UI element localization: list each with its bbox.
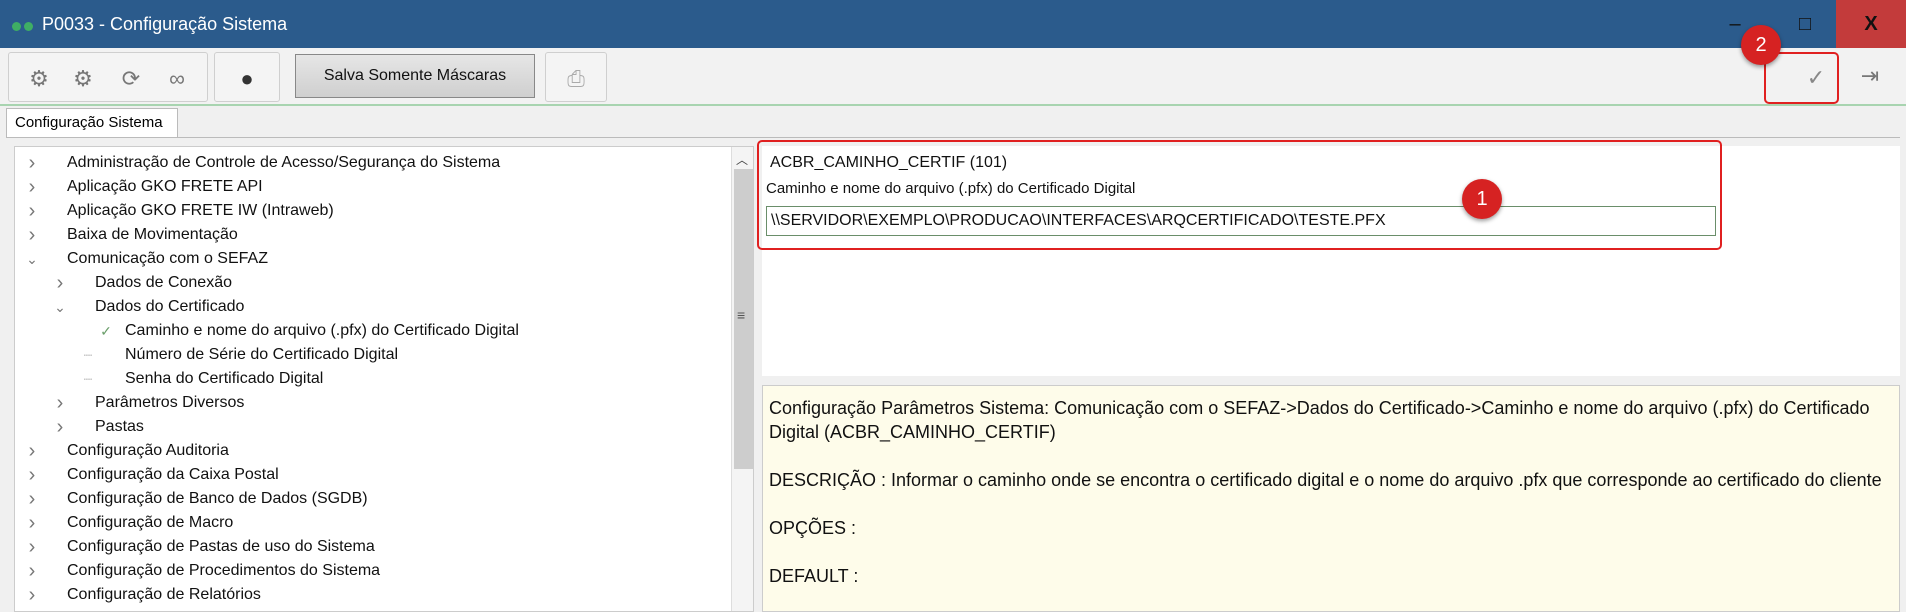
exit-icon[interactable]: ⇥ (1854, 60, 1886, 92)
chevron-right-icon[interactable]: › (25, 487, 39, 511)
tree-item[interactable]: › Configuração da Caixa Postal (15, 463, 725, 487)
toolbar: ⚙ ⚙ ⟳ ∞ ● ⎙ ✓ ⇥ (0, 48, 1906, 106)
tree-item-label: Dados do Certificado (95, 298, 245, 315)
chevron-right-icon[interactable]: › (25, 151, 39, 175)
help-line-3: OPÇÕES : (769, 518, 857, 538)
toggle-icon[interactable]: ● (231, 63, 263, 95)
tree-item-label: Dados de Conexão (95, 274, 232, 291)
tree-item[interactable]: › Configuração de SMS (15, 607, 725, 611)
tree-item[interactable]: ┈ Senha do Certificado Digital (15, 367, 725, 391)
tree-item-label: Configuração de Procedimentos do Sistema (67, 562, 381, 579)
chevron-right-icon[interactable]: › (25, 511, 39, 535)
chevron-down-icon[interactable]: ⌄ (53, 295, 67, 319)
tree-item-label: Comunicação com o SEFAZ (67, 250, 268, 267)
tree-item[interactable]: ⌄ Dados do Certificado (15, 295, 725, 319)
chevron-down-icon[interactable]: ⌄ (25, 247, 39, 271)
chevron-right-icon[interactable]: › (53, 271, 67, 295)
tree-item-label: Administração de Controle de Acesso/Segu… (67, 154, 501, 171)
tree-item[interactable]: › Configuração de Relatórios (15, 583, 725, 607)
tree-item-label: Caminho e nome do arquivo (.pfx) do Cert… (125, 322, 519, 339)
tree-item[interactable]: ⌄ Comunicação com o SEFAZ (15, 247, 725, 271)
tab-strip: Configuração Sistema (0, 106, 1906, 138)
chevron-right-icon[interactable]: › (25, 535, 39, 559)
tree-line-icon: ┈ (83, 347, 93, 363)
toolbar-group-print: ⎙ (545, 52, 607, 102)
tree-item-label: Pastas (95, 418, 144, 435)
chevron-right-icon[interactable]: › (25, 559, 39, 583)
toolbar-group-actions: ⚙ ⚙ ⟳ ∞ (8, 52, 208, 102)
gear-back-icon[interactable]: ⚙ (23, 63, 55, 95)
salva-somente-mascaras-button[interactable]: Salva Somente Máscaras (295, 54, 535, 98)
tree-item[interactable]: ✓ Caminho e nome do arquivo (.pfx) do Cer… (15, 319, 725, 343)
tree-scrollbar[interactable]: ︿ ≡ (731, 147, 753, 611)
chevron-right-icon[interactable]: › (25, 223, 39, 247)
config-tree: › Administração de Controle de Acesso/Seg… (14, 146, 754, 612)
chevron-right-icon[interactable]: › (25, 439, 39, 463)
tree-item-label: Configuração de Banco de Dados (SGDB) (67, 490, 368, 507)
tree-item-label: Configuração de Pastas de uso do Sistema (67, 538, 375, 555)
tree-item-label: Número de Série do Certificado Digital (125, 346, 399, 363)
tree-item-label: Parâmetros Diversos (95, 394, 245, 411)
highlight-box-confirm (1764, 52, 1839, 104)
tree-item[interactable]: › Configuração de Macro (15, 511, 725, 535)
grip-icon: ≡ (737, 307, 746, 323)
tree-item-label: Configuração Auditoria (67, 442, 229, 459)
scroll-up-icon[interactable]: ︿ (736, 151, 748, 168)
tree-item[interactable]: › Administração de Controle de Acesso/Seg… (15, 151, 725, 175)
tree-item-label: Aplicação GKO FRETE IW (Intraweb) (67, 202, 334, 219)
tree-item[interactable]: › Configuração Auditoria (15, 439, 725, 463)
refresh-icon[interactable]: ⟳ (115, 63, 147, 95)
highlight-box-field (757, 140, 1722, 250)
chevron-right-icon[interactable]: › (25, 607, 39, 611)
tab-configuracao-sistema[interactable]: Configuração Sistema (6, 108, 178, 138)
gear-forward-icon[interactable]: ⚙ (67, 63, 99, 95)
tree-item-label: Configuração de Relatórios (67, 586, 261, 603)
tree-item-label: Configuração de SMS (67, 607, 224, 611)
window-title: P0033 - Configuração Sistema (42, 14, 288, 34)
binoculars-icon[interactable]: ∞ (161, 63, 193, 95)
help-line-2: DESCRIÇÃO : Informar o caminho onde se e… (769, 470, 1882, 490)
tree-line-icon: ┈ (83, 371, 93, 387)
help-line-1: Configuração Parâmetros Sistema: Comunic… (769, 398, 1870, 442)
toolbar-group-toggle: ● (214, 52, 280, 102)
chevron-right-icon[interactable]: › (25, 175, 39, 199)
tree-item[interactable]: › Parâmetros Diversos (15, 391, 725, 415)
help-line-4: DEFAULT : (769, 566, 859, 586)
tree-item[interactable]: › Dados de Conexão (15, 271, 725, 295)
annotation-badge-2: 2 (1741, 25, 1781, 65)
chevron-right-icon[interactable]: › (25, 583, 39, 607)
check-icon: ✓ (100, 323, 112, 339)
tree-item[interactable]: › Configuração de Pastas de uso do Sistem… (15, 535, 725, 559)
tree-item[interactable]: › Pastas (15, 415, 725, 439)
app-icon (12, 18, 36, 36)
chevron-right-icon[interactable]: › (25, 463, 39, 487)
chevron-right-icon[interactable]: › (53, 415, 67, 439)
tree-item[interactable]: › Aplicação GKO FRETE IW (Intraweb) (15, 199, 725, 223)
help-panel: Configuração Parâmetros Sistema: Comunic… (762, 385, 1900, 612)
tree-item[interactable]: › Aplicação GKO FRETE API (15, 175, 725, 199)
tree-item[interactable]: › Baixa de Movimentação (15, 223, 725, 247)
chevron-right-icon[interactable]: › (25, 199, 39, 223)
tree-item[interactable]: › Configuração de Procedimentos do Sistem… (15, 559, 725, 583)
tree-item-label: Aplicação GKO FRETE API (67, 178, 263, 195)
tree-item-label: Configuração de Macro (67, 514, 234, 531)
tree-item[interactable]: ┈ Número de Série do Certificado Digital (15, 343, 725, 367)
tree-item-label: Baixa de Movimentação (67, 226, 238, 243)
annotation-badge-1: 1 (1462, 179, 1502, 219)
tree-item-label: Configuração da Caixa Postal (67, 466, 279, 483)
tree-item-label: Senha do Certificado Digital (125, 370, 324, 387)
print-icon[interactable]: ⎙ (560, 63, 592, 95)
close-button[interactable]: X (1836, 0, 1906, 48)
chevron-right-icon[interactable]: › (53, 391, 67, 415)
tree-item[interactable]: › Configuração de Banco de Dados (SGDB) (15, 487, 725, 511)
title-bar: P0033 - Configuração Sistema – □ X (0, 0, 1906, 48)
